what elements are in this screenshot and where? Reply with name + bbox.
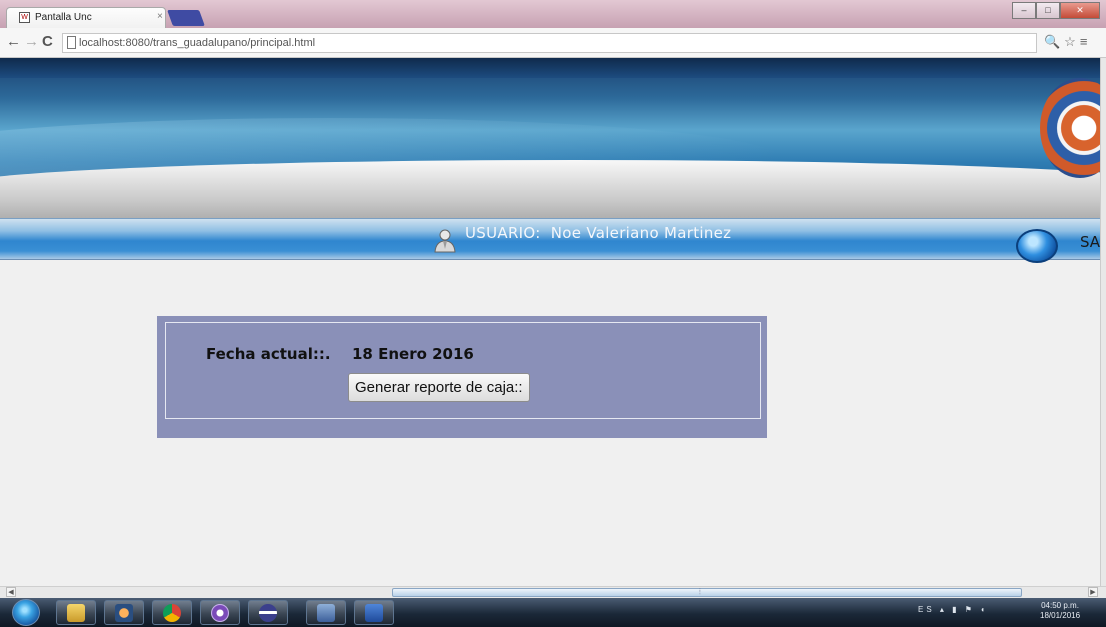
logout-orb-icon[interactable] (1016, 229, 1058, 263)
database-taskbar-button[interactable] (306, 600, 346, 625)
window-title-blur (320, 10, 780, 18)
window-controls: – □ ✕ (1012, 2, 1100, 20)
reload-icon[interactable]: C (42, 34, 53, 50)
logout-link[interactable]: SA (1080, 233, 1100, 251)
clock-time: 04:50 p.m. (1041, 601, 1079, 610)
page-viewport: USUARIO: Noe Valeriano Martinez SA Fecha… (0, 58, 1100, 586)
user-bar: USUARIO: Noe Valeriano Martinez SA (0, 218, 1100, 263)
eclipse-taskbar-button[interactable] (248, 600, 288, 625)
app-icon (211, 604, 229, 622)
system-tray: ES ▴ ▮ ⚑ ◖ (918, 605, 988, 614)
back-arrow-icon[interactable]: ← (6, 34, 21, 50)
close-window-icon[interactable]: ✕ (1060, 2, 1100, 19)
horizontal-scrollbar[interactable]: ◀ ⦙ ▶ (0, 586, 1106, 598)
page-favicon-icon: W (19, 12, 30, 23)
user-label: USUARIO: Noe Valeriano Martinez (465, 224, 731, 242)
word-icon (365, 604, 383, 622)
tray-arrow-icon[interactable]: ▴ (940, 605, 947, 614)
user-icon (434, 229, 456, 253)
explorer-taskbar-button[interactable] (56, 600, 96, 625)
scroll-left-icon[interactable]: ◀ (6, 587, 16, 597)
word-taskbar-button[interactable] (354, 600, 394, 625)
report-fieldset: Fecha actual::. 18 Enero 2016 Generar re… (165, 322, 761, 419)
media-player-taskbar-button[interactable] (104, 600, 144, 625)
chrome-icon (163, 604, 181, 622)
tab-title: Pantalla Unc (35, 12, 92, 23)
media-player-icon (115, 604, 133, 622)
system-clock[interactable]: 04:50 p.m. 18/01/2016 (1040, 601, 1080, 621)
database-icon (317, 604, 335, 622)
generate-report-button[interactable]: Generar reporte de caja:: (348, 373, 530, 402)
report-panel: Fecha actual::. 18 Enero 2016 Generar re… (157, 316, 767, 438)
browser-tab[interactable]: W Pantalla Unc × (6, 7, 166, 28)
banner-silver-wave (0, 160, 1100, 218)
user-prefix: USUARIO: (465, 224, 541, 242)
url-text: localhost:8080/trans_guadalupano/princip… (79, 37, 316, 49)
horizontal-scroll-thumb[interactable]: ⦙ (392, 587, 1022, 597)
scroll-grip-icon: ⦙ (699, 587, 701, 596)
address-bar[interactable]: localhost:8080/trans_guadalupano/princip… (62, 33, 1037, 53)
zoom-star-menu-icons[interactable]: 🔍☆≡ (1044, 34, 1091, 50)
maximize-icon[interactable]: □ (1036, 2, 1060, 19)
chrome-taskbar-button[interactable] (152, 600, 192, 625)
tray-icons[interactable]: ▮ ⚑ ◖ (952, 605, 988, 614)
language-indicator[interactable]: ES (918, 605, 935, 614)
forward-arrow-icon[interactable]: → (24, 34, 39, 50)
clock-date: 18/01/2016 (1040, 611, 1081, 620)
page-icon (67, 36, 76, 49)
minimize-icon[interactable]: – (1012, 2, 1036, 19)
user-name: Noe Valeriano Martinez (550, 224, 732, 242)
eclipse-icon (259, 604, 277, 622)
new-tab-button[interactable] (167, 10, 205, 26)
date-value: 18 Enero 2016 (352, 345, 474, 363)
header-banner (0, 58, 1100, 218)
folder-icon (67, 604, 85, 622)
browser-tab-strip: W Pantalla Unc × – □ ✕ (0, 0, 1106, 28)
date-label: Fecha actual::. (206, 345, 331, 363)
browser-toolbar: ← → C localhost:8080/trans_guadalupano/p… (0, 28, 1106, 58)
vertical-scrollbar[interactable] (1100, 58, 1106, 586)
scroll-right-icon[interactable]: ▶ (1088, 587, 1098, 597)
windows-taskbar: ES ▴ ▮ ⚑ ◖ 04:50 p.m. 18/01/2016 (0, 598, 1106, 627)
start-button-icon[interactable] (12, 599, 40, 626)
company-logo (1040, 78, 1100, 178)
app-taskbar-button[interactable] (200, 600, 240, 625)
tab-close-icon[interactable]: × (157, 11, 163, 22)
